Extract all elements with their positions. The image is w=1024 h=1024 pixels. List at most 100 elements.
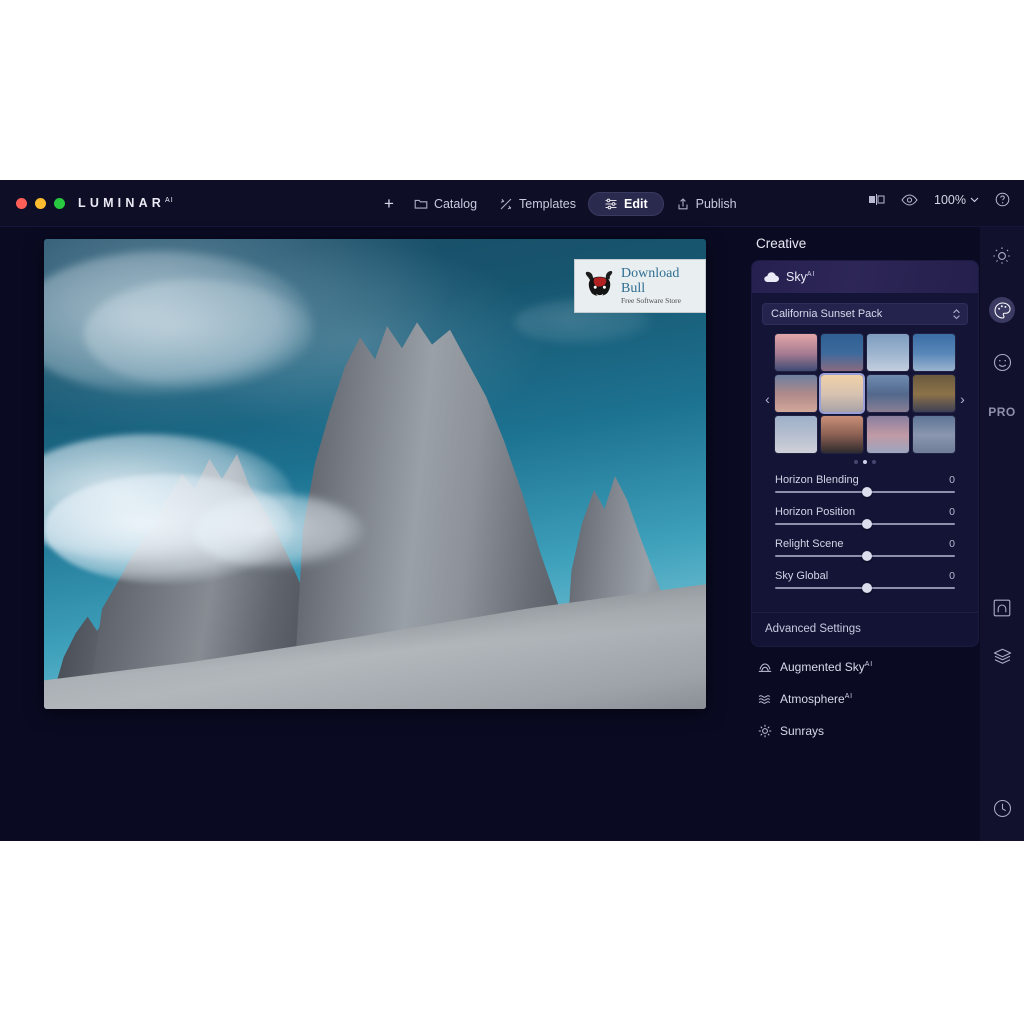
- tab-edit-label: Edit: [624, 197, 648, 211]
- slider-track[interactable]: [775, 487, 955, 497]
- sky-thumbnail[interactable]: [775, 334, 817, 371]
- sky-thumbnail[interactable]: [913, 375, 955, 412]
- carousel-next-arrow[interactable]: ›: [956, 392, 969, 406]
- share-icon: [676, 197, 690, 211]
- help-circle-icon[interactable]: [995, 192, 1010, 207]
- slider-header: Relight Scene 0: [775, 538, 955, 550]
- pagination-dot[interactable]: [872, 460, 876, 464]
- slider-row: Relight Scene 0: [775, 538, 955, 561]
- slider-knob[interactable]: [861, 487, 872, 497]
- tab-publish[interactable]: Publish: [666, 192, 747, 216]
- sky-thumbnail[interactable]: [913, 334, 955, 371]
- right-panel: Creative SkyAI California Sunset Pack ‹ …: [744, 227, 980, 841]
- sky-card-label: Sky: [786, 270, 807, 284]
- sky-pack-select[interactable]: California Sunset Pack: [762, 303, 968, 325]
- eye-icon[interactable]: [901, 193, 918, 206]
- sparkle-icon: [499, 197, 513, 211]
- slider-track[interactable]: [775, 551, 955, 561]
- carousel-pagination-dots[interactable]: [775, 460, 955, 464]
- carousel-prev-arrow[interactable]: ‹: [761, 392, 774, 406]
- bull-logo-icon: [581, 269, 617, 303]
- pro-label: PRO: [988, 405, 1016, 419]
- close-window-button[interactable]: [16, 198, 27, 209]
- maximize-window-button[interactable]: [54, 198, 65, 209]
- rail-item-history[interactable]: [980, 785, 1024, 831]
- panel-title: Creative: [756, 236, 807, 251]
- advanced-settings-label: Advanced Settings: [765, 623, 861, 635]
- window-traffic-lights: [16, 198, 65, 209]
- tool-atmosphere-label: AtmosphereAI: [780, 692, 853, 706]
- slider-knob[interactable]: [861, 519, 872, 529]
- zoom-level-value: 100%: [934, 192, 966, 207]
- top-right-controls: 100%: [868, 192, 1010, 207]
- title-bar: LUMINARAI + Catalog Templates Edit Publi…: [0, 180, 1024, 227]
- screenshot-root: LUMINARAI + Catalog Templates Edit Publi…: [0, 0, 1024, 1024]
- tab-catalog[interactable]: Catalog: [404, 192, 487, 216]
- sky-thumbnail[interactable]: [867, 334, 909, 371]
- folder-icon: [414, 197, 428, 211]
- tool-ai-superscript: AI: [864, 661, 873, 668]
- canvas-area: Download Bull Free Software Store: [0, 227, 744, 841]
- chevron-down-icon: [970, 197, 979, 202]
- tool-atmosphere[interactable]: AtmosphereAI: [744, 683, 980, 715]
- rail-item-creative[interactable]: [980, 287, 1024, 333]
- tab-publish-label: Publish: [695, 197, 737, 211]
- canvas-frame-icon: [993, 599, 1011, 617]
- compare-view-icon[interactable]: [868, 193, 885, 206]
- sky-thumbnail[interactable]: [775, 416, 817, 453]
- zoom-level-control[interactable]: 100%: [934, 193, 979, 207]
- tab-templates-label: Templates: [519, 197, 577, 211]
- tool-label-text: Sunrays: [780, 724, 825, 738]
- rail-item-pro[interactable]: PRO: [980, 389, 1024, 435]
- sky-thumbnail[interactable]: [821, 416, 863, 453]
- tool-rail: PRO: [980, 227, 1024, 841]
- luminar-app-window: LUMINARAI + Catalog Templates Edit Publi…: [0, 180, 1024, 841]
- slider-knob[interactable]: [861, 551, 872, 561]
- main-photo[interactable]: Download Bull Free Software Store: [44, 239, 706, 709]
- portrait-face-icon: [993, 353, 1012, 372]
- photo-cloud: [194, 494, 364, 569]
- slider-row: Sky Global 0: [775, 570, 955, 593]
- advanced-settings-row[interactable]: Advanced Settings: [752, 612, 978, 646]
- sky-thumbnail[interactable]: [867, 375, 909, 412]
- sky-thumbnail[interactable]: [913, 416, 955, 453]
- sky-tool-card: SkyAI California Sunset Pack ‹ › Horizon…: [752, 261, 978, 646]
- tab-edit[interactable]: Edit: [588, 192, 664, 216]
- cloud-icon: [764, 271, 779, 283]
- slider-knob[interactable]: [861, 583, 872, 593]
- pagination-dot[interactable]: [863, 460, 867, 464]
- tab-catalog-label: Catalog: [433, 197, 478, 211]
- sky-thumbnail[interactable]: [867, 416, 909, 453]
- tool-sunrays[interactable]: Sunrays: [744, 715, 980, 747]
- minimize-window-button[interactable]: [35, 198, 46, 209]
- sky-card-header[interactable]: SkyAI: [752, 261, 978, 293]
- tool-label-text: Atmosphere: [780, 692, 845, 706]
- add-photo-button[interactable]: +: [376, 194, 402, 214]
- slider-track[interactable]: [775, 519, 955, 529]
- slider-value: 0: [949, 570, 955, 582]
- creative-palette-icon: [989, 297, 1015, 323]
- slider-header: Sky Global 0: [775, 570, 955, 582]
- history-clock-icon: [993, 799, 1012, 818]
- slider-label: Horizon Blending: [775, 474, 859, 486]
- top-navigation: + Catalog Templates Edit Publish: [376, 191, 747, 217]
- essentials-sun-icon: [992, 246, 1012, 266]
- slider-track[interactable]: [775, 583, 955, 593]
- rail-item-essentials[interactable]: [980, 233, 1024, 279]
- slider-label: Relight Scene: [775, 538, 844, 550]
- sky-thumbnail[interactable]: [775, 375, 817, 412]
- rail-item-portrait[interactable]: [980, 339, 1024, 385]
- slider-label: Sky Global: [775, 570, 829, 582]
- watermark-subtitle: Free Software Store: [621, 295, 681, 305]
- rail-item-canvas[interactable]: [980, 585, 1024, 631]
- tab-templates[interactable]: Templates: [489, 192, 586, 216]
- atmosphere-icon: [758, 694, 772, 705]
- tool-augmented-sky[interactable]: Augmented SkyAI: [744, 651, 980, 683]
- sky-thumbnail[interactable]: [821, 375, 863, 412]
- watermark-title: Download Bull: [621, 266, 680, 297]
- tool-label-text: Augmented Sky: [780, 660, 865, 674]
- sky-thumbnail[interactable]: [821, 334, 863, 371]
- sky-card-body: California Sunset Pack ‹ › Horizon Blend…: [752, 293, 978, 610]
- pagination-dot[interactable]: [854, 460, 858, 464]
- rail-item-layers[interactable]: [980, 633, 1024, 679]
